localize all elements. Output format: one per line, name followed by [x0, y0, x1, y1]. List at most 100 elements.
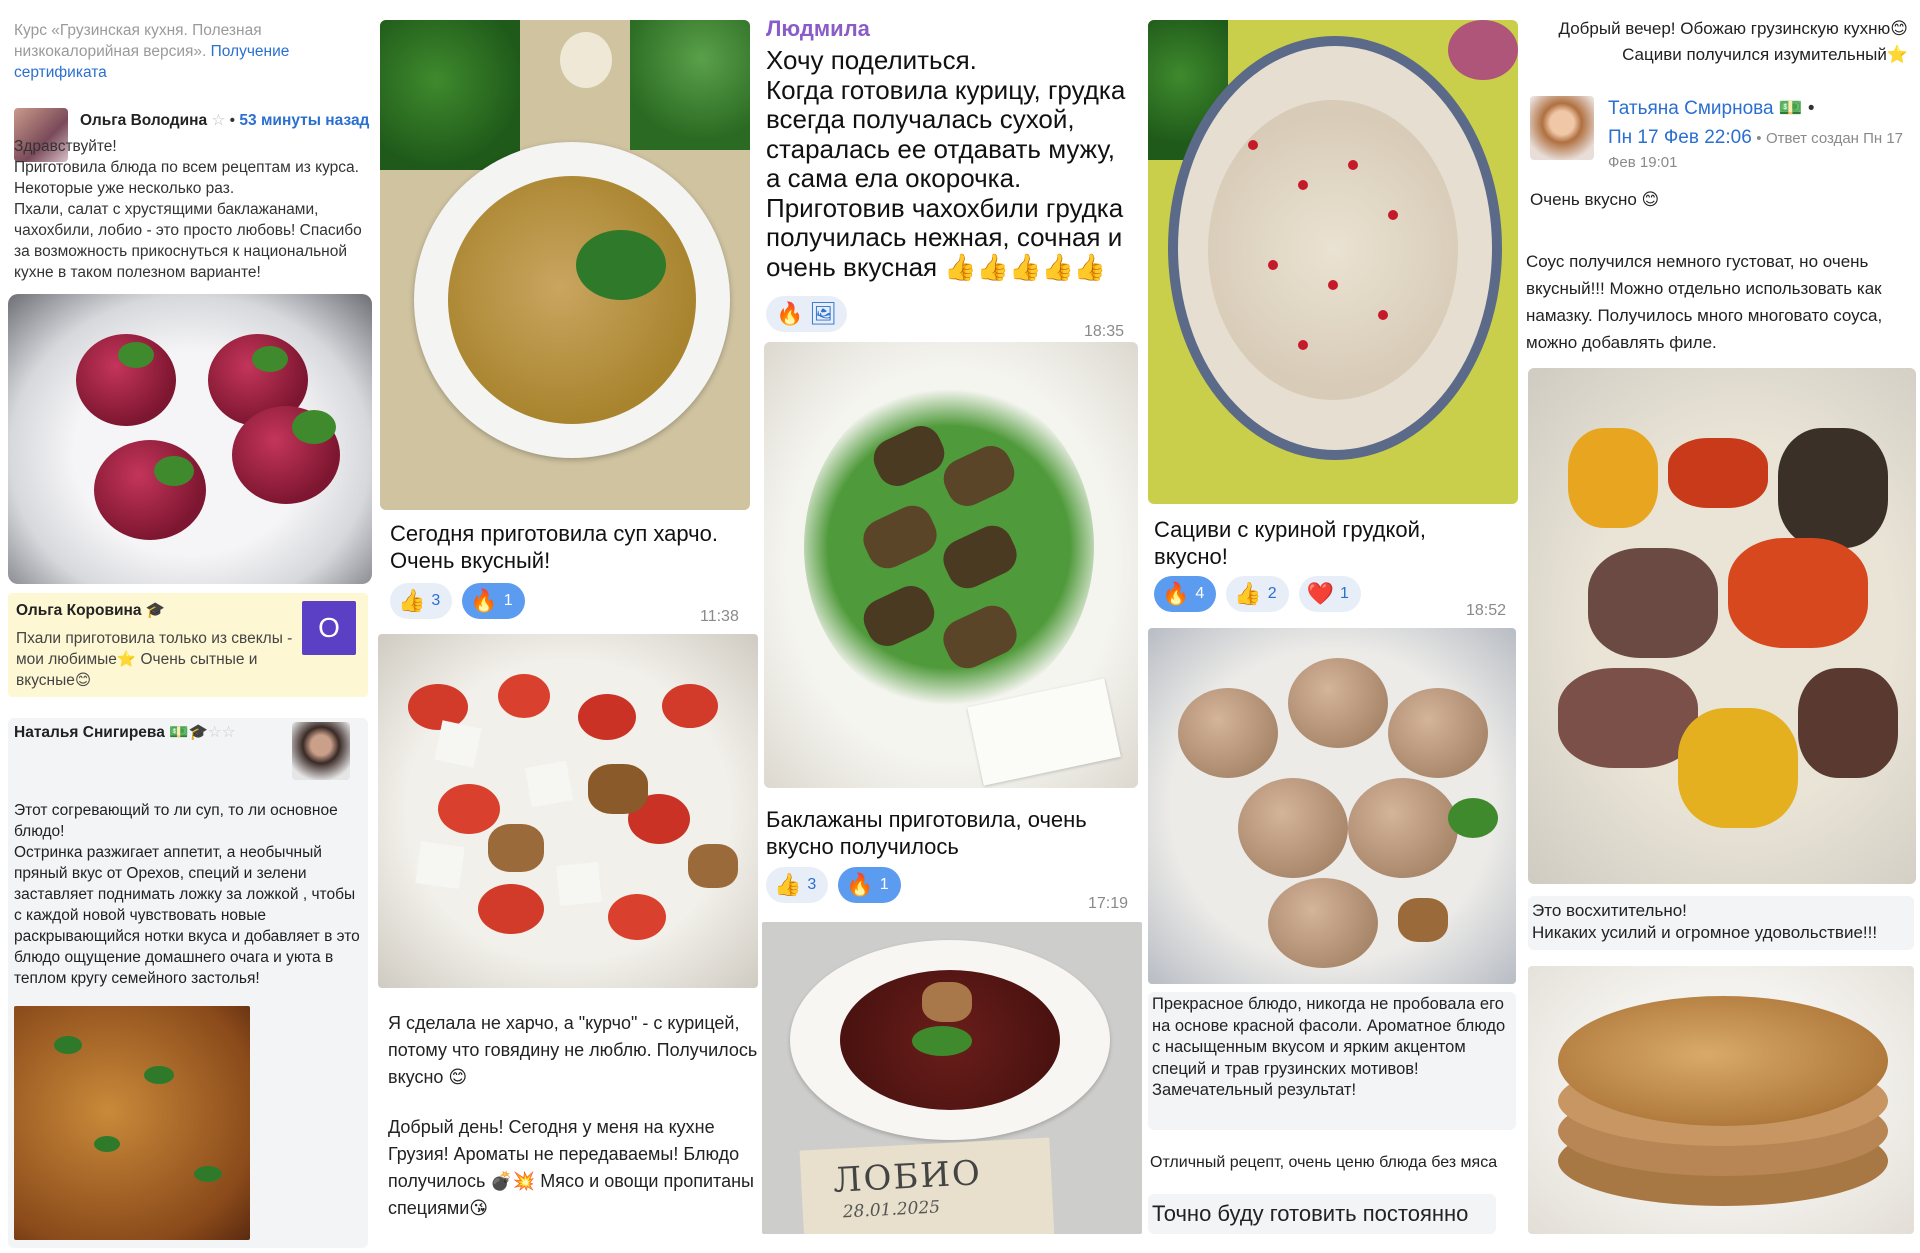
- cilantro-leaf: [576, 230, 666, 300]
- star-icon: ☆: [211, 112, 226, 129]
- reactions-bar: 👍 3 🔥 1: [766, 867, 901, 903]
- reaction-like[interactable]: 👍 2: [1226, 576, 1289, 612]
- herb: [94, 1136, 120, 1152]
- reaction-fire[interactable]: 🔥 1: [838, 867, 901, 903]
- fire-icon: 🔥: [776, 301, 804, 326]
- photo-salad[interactable]: [378, 634, 758, 988]
- post-time[interactable]: 53 минуты назад: [239, 112, 369, 129]
- walnut: [1398, 898, 1448, 942]
- photo-satsivi[interactable]: [1148, 20, 1518, 504]
- tomato: [608, 894, 666, 940]
- soup: [448, 176, 696, 424]
- sticker-icon: 🖼: [809, 301, 838, 326]
- feta: [434, 720, 482, 768]
- comment-text: Соус получился немного густоват, но очен…: [1526, 252, 1883, 352]
- fire-icon: 🔥: [846, 872, 874, 897]
- tomato: [478, 884, 544, 934]
- photo-eggplant-rolls[interactable]: [764, 342, 1138, 788]
- pomegranate: [1298, 340, 1308, 350]
- cilantro-leaf: [292, 410, 336, 444]
- photo-kharcho[interactable]: [14, 1006, 250, 1240]
- tomato: [1728, 538, 1868, 648]
- feta: [556, 861, 602, 907]
- meat: [1798, 668, 1898, 778]
- avatar[interactable]: О: [302, 601, 356, 655]
- comment-text: Добрый вечер! Обожаю грузинскую кухню😊 С…: [1558, 19, 1909, 64]
- reaction-fire[interactable]: 🔥 1: [462, 583, 525, 619]
- message-time: 17:19: [1088, 895, 1129, 912]
- comment-meta: Пн 17 Фев 22:06 • Ответ создан Пн 17 Фев…: [1608, 127, 1904, 171]
- khinkali: [1388, 688, 1488, 778]
- meat: [1558, 668, 1698, 768]
- satsivi: [1208, 100, 1458, 400]
- badge-icon: 💵: [1778, 98, 1803, 119]
- photo-lobio[interactable]: ЛОБИО 28.01.2025: [762, 922, 1142, 1234]
- cilantro-leaf: [252, 346, 288, 372]
- post-text: Сациви с куриной грудкой, вкусно!: [1154, 517, 1427, 569]
- khinkali: [1268, 878, 1378, 968]
- walnut: [688, 844, 738, 888]
- tomato: [662, 684, 718, 728]
- post-header: Ольга Володина ☆ • 53 минуты назад: [80, 112, 370, 129]
- pomegranate: [1378, 310, 1388, 320]
- author-name[interactable]: Людмила: [766, 16, 870, 42]
- reactions-bar: 🔥 🖼: [766, 296, 848, 332]
- course-info: Курс «Грузинская кухня. Полезная низкока…: [14, 20, 344, 83]
- khinkali: [1178, 688, 1278, 778]
- label-card: ЛОБИО 28.01.2025: [799, 1137, 1055, 1234]
- pomegranate: [1248, 140, 1258, 150]
- tomato: [1668, 438, 1768, 508]
- walnut: [488, 824, 544, 872]
- photo-pkhali[interactable]: [8, 294, 372, 584]
- walnut: [922, 982, 972, 1022]
- comment-date[interactable]: Пн 17 Фев 22:06: [1608, 127, 1752, 148]
- feta: [415, 841, 465, 889]
- message-time: 11:38: [700, 608, 739, 625]
- tomato: [498, 674, 550, 718]
- graduate-icon: 🎓: [145, 602, 166, 619]
- photo-kharcho-soup[interactable]: [380, 20, 750, 510]
- photo-khinkali[interactable]: [1148, 628, 1516, 984]
- reaction-fire[interactable]: 🔥 🖼: [766, 296, 848, 332]
- comment-text: Очень вкусно 😊: [1530, 190, 1660, 209]
- reaction-like[interactable]: 👍 3: [766, 867, 829, 903]
- tomato: [578, 694, 636, 740]
- post-text: Здравствуйте! Приготовила блюда по всем …: [14, 138, 362, 281]
- post-text: Хочу поделиться. Когда готовила курицу, …: [766, 45, 1126, 282]
- heart-icon: ❤️: [1306, 581, 1335, 606]
- walnut: [588, 764, 648, 814]
- garlic: [560, 32, 612, 88]
- cilantro-leaf: [154, 456, 194, 486]
- herb: [194, 1166, 222, 1182]
- potato: [1568, 428, 1658, 528]
- pomegranate: [1328, 280, 1338, 290]
- feta: [524, 760, 574, 808]
- comment-text: Пхали приготовила только из свеклы - мои…: [16, 630, 293, 689]
- photo-khachapuri[interactable]: [1528, 966, 1914, 1234]
- message-time: 18:52: [1466, 602, 1507, 619]
- pomegranate: [1298, 180, 1308, 190]
- reactions-bar: 🔥 4 👍 2 ❤️ 1: [1154, 576, 1361, 612]
- author-name[interactable]: Ольга Коровина: [16, 602, 142, 619]
- reaction-fire[interactable]: 🔥 4: [1154, 576, 1217, 612]
- star-icon: ☆☆: [207, 724, 236, 741]
- author-name[interactable]: Ольга Володина: [80, 112, 207, 129]
- dill: [630, 20, 750, 150]
- pomegranate: [1348, 160, 1358, 170]
- meat: [1588, 548, 1718, 658]
- avatar[interactable]: [292, 722, 350, 780]
- pkhali-ball: [94, 440, 206, 540]
- comment-text: Отличный рецепт, очень ценю блюда без мя…: [1150, 1154, 1498, 1171]
- post-text: Баклажаны приготовила, очень вкусно полу…: [766, 807, 1087, 859]
- photo-chakhokhbili[interactable]: [1528, 368, 1916, 884]
- herb: [144, 1066, 174, 1084]
- comment-author-row: Татьяна Смирнова 💵 •: [1608, 98, 1815, 119]
- reaction-heart[interactable]: ❤️ 1: [1298, 576, 1361, 612]
- author-name[interactable]: Татьяна Смирнова: [1608, 98, 1774, 119]
- thumbs-up-icon: 👍: [1234, 581, 1262, 606]
- comment-author-row: Наталья Снигирева 💵🎓☆☆: [14, 722, 294, 743]
- avatar[interactable]: [1530, 96, 1594, 160]
- reaction-like[interactable]: 👍 3: [390, 583, 453, 619]
- comment-text: Это восхитительно! Никаких усилий и огро…: [1532, 901, 1878, 942]
- author-name[interactable]: Наталья Снигирева: [14, 724, 165, 741]
